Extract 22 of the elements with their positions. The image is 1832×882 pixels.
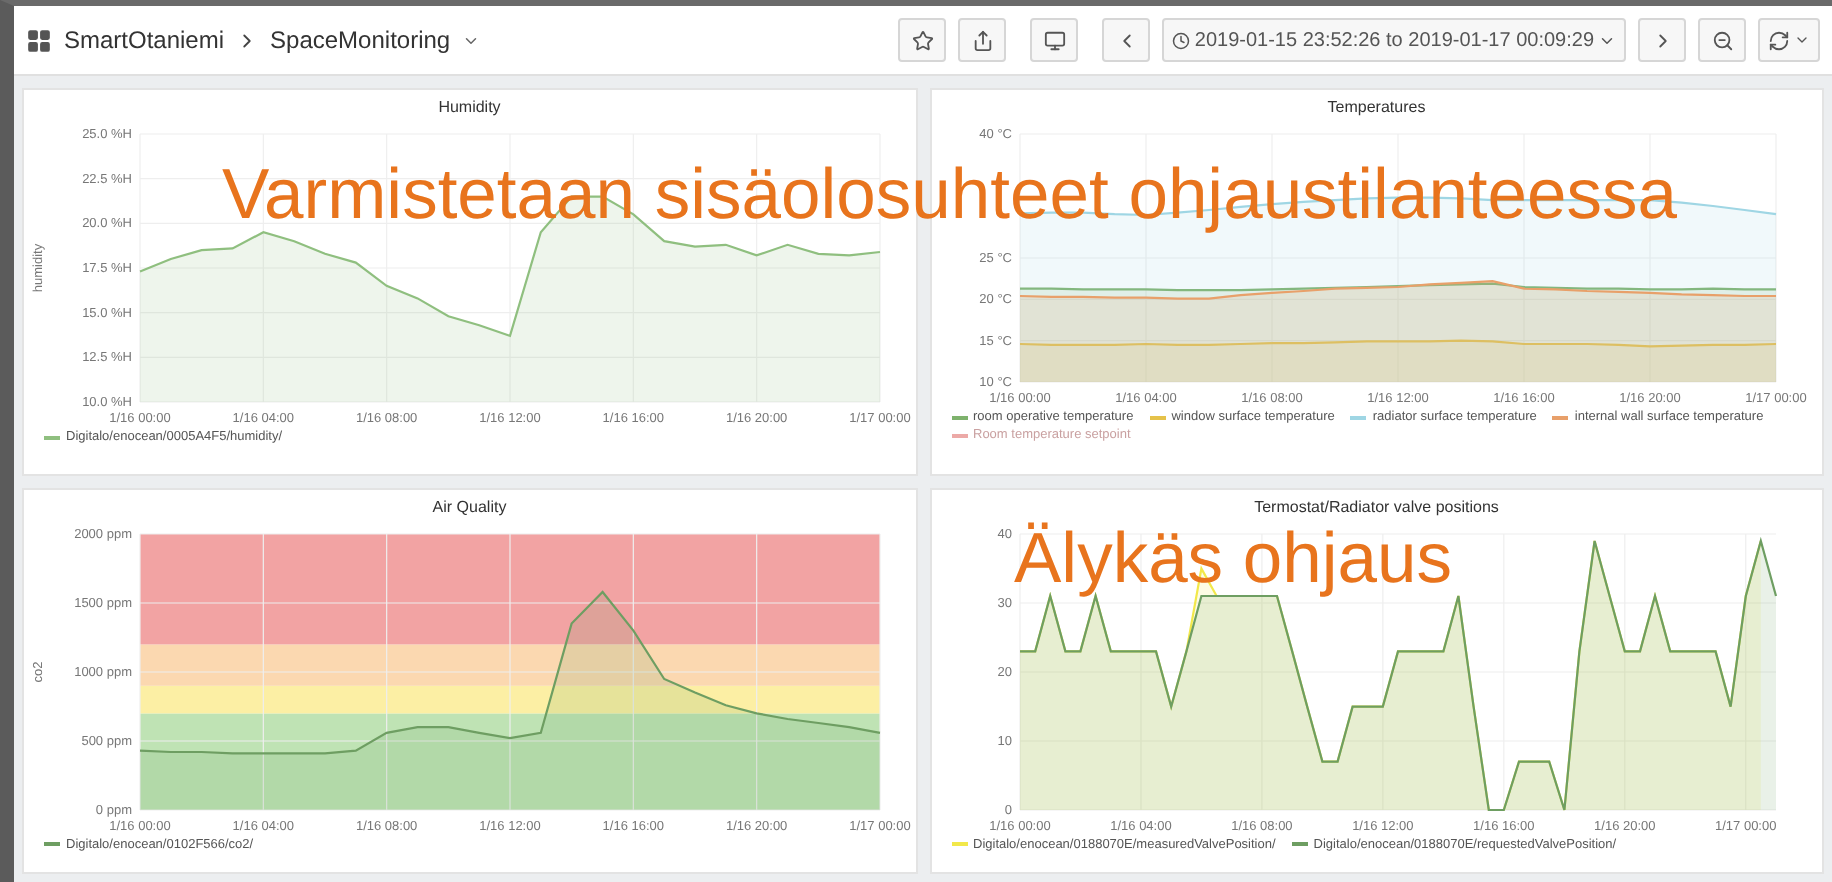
dashboard-grid-icon[interactable] [26, 27, 52, 53]
share-icon [971, 29, 994, 51]
monitor-button[interactable] [1030, 18, 1079, 62]
star-button[interactable] [898, 18, 947, 62]
time-range-picker[interactable]: 2019-01-15 23:52:26 to 2019-01-17 00:09:29 [1162, 18, 1626, 62]
monitor-icon [1043, 29, 1066, 51]
overlay-caption: Älykäs ohjaus [1014, 520, 1453, 599]
overlay-caption: Varmistetaan sisäolosuhteet ohjaustilanteessa [222, 156, 1678, 235]
panel-title: Temperatures [1325, 96, 1428, 118]
panel-title: Air Quality [430, 495, 509, 517]
caret-icon [1794, 32, 1810, 48]
zoom-out-button[interactable] [1698, 18, 1746, 62]
star-icon [911, 29, 934, 51]
breadcrumb-link[interactable]: SpaceMonitoring [270, 26, 451, 54]
share-button[interactable] [958, 18, 1007, 62]
zoom-out-icon [1711, 29, 1733, 51]
panel-title: Termostat/Radiator valve positions [1252, 495, 1501, 517]
clock-icon [1172, 31, 1191, 49]
refresh-button[interactable] [1758, 18, 1820, 62]
refresh-icon [1768, 29, 1790, 51]
panel-title: Humidity [436, 96, 503, 118]
breadcrumb-link[interactable]: SmartOtaniemi [64, 26, 225, 54]
